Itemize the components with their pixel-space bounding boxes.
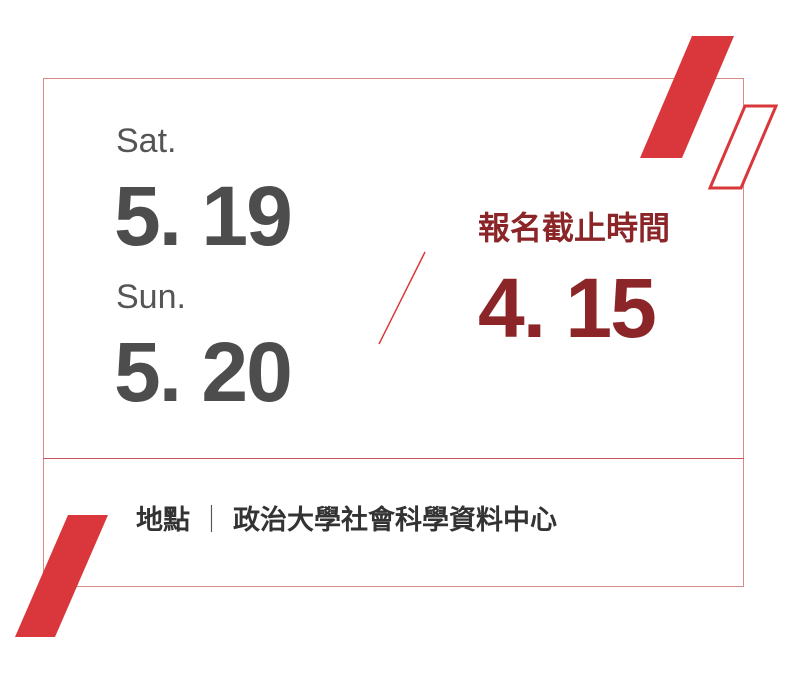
deadline-date: 4. 15 (478, 261, 657, 355)
top-right-outline-stripe (707, 104, 779, 190)
day2-date: 5. 20 (114, 325, 293, 419)
day2-weekday: Sun. (116, 278, 186, 316)
day1-weekday: Sat. (116, 122, 177, 160)
day1-date: 5. 19 (114, 169, 293, 263)
top-right-red-stripe (640, 36, 734, 158)
location-separator: ｜ (198, 505, 225, 536)
location-place: 政治大學社會科學資料中心 (233, 505, 557, 536)
deadline-label: 報名截止時間 (478, 209, 671, 247)
location-line: 地點 ｜ 政治大學社會科學資料中心 (136, 505, 557, 537)
bottom-left-red-stripe (15, 515, 108, 637)
location-label: 地點 (136, 505, 190, 536)
slash-divider (378, 251, 426, 345)
